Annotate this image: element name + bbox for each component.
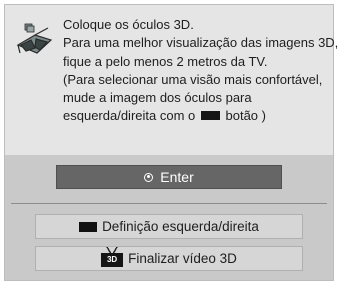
finish-3d-label: Finalizar vídeo 3D [128, 251, 237, 266]
enter-button[interactable]: Enter [56, 165, 282, 189]
info-panel: Coloque os óculos 3D. Para uma melhor vi… [5, 5, 339, 155]
left-right-setting-button[interactable]: Definição esquerda/direita [35, 214, 303, 239]
message-line-2: Para uma melhor visualização das imagens… [63, 35, 339, 51]
message-line-3: fique a pelo menos 2 metros da TV. [63, 53, 268, 69]
message-line-1: Coloque os óculos 3D. [63, 17, 194, 32]
message-line-6-end: botão ) [225, 108, 266, 124]
ok-icon [144, 172, 154, 182]
3d-glasses-dialog: Coloque os óculos 3D. Para uma melhor vi… [4, 4, 339, 281]
black-key-icon [200, 111, 220, 121]
black-key-icon [79, 221, 98, 232]
message-line-4: (Para selecionar uma visão mais confortá… [63, 71, 323, 87]
finish-3d-button[interactable]: 3D Finalizar vídeo 3D [35, 246, 303, 271]
left-right-setting-label: Definição esquerda/direita [102, 219, 259, 234]
3d-key-icon: 3D [101, 246, 124, 267]
instruction-message: Coloque os óculos 3D. Para uma melhor vi… [63, 16, 339, 126]
3d-key-label: 3D [106, 255, 118, 264]
message-line-6-text: esquerda/direita com o [63, 108, 196, 124]
divider [11, 203, 327, 204]
3d-glasses-icon [16, 23, 53, 54]
enter-label: Enter [160, 169, 194, 185]
message-line-6: esquerda/direita com o botão ) [63, 107, 329, 125]
message-line-5: mude a imagem dos óculos para [63, 90, 252, 106]
